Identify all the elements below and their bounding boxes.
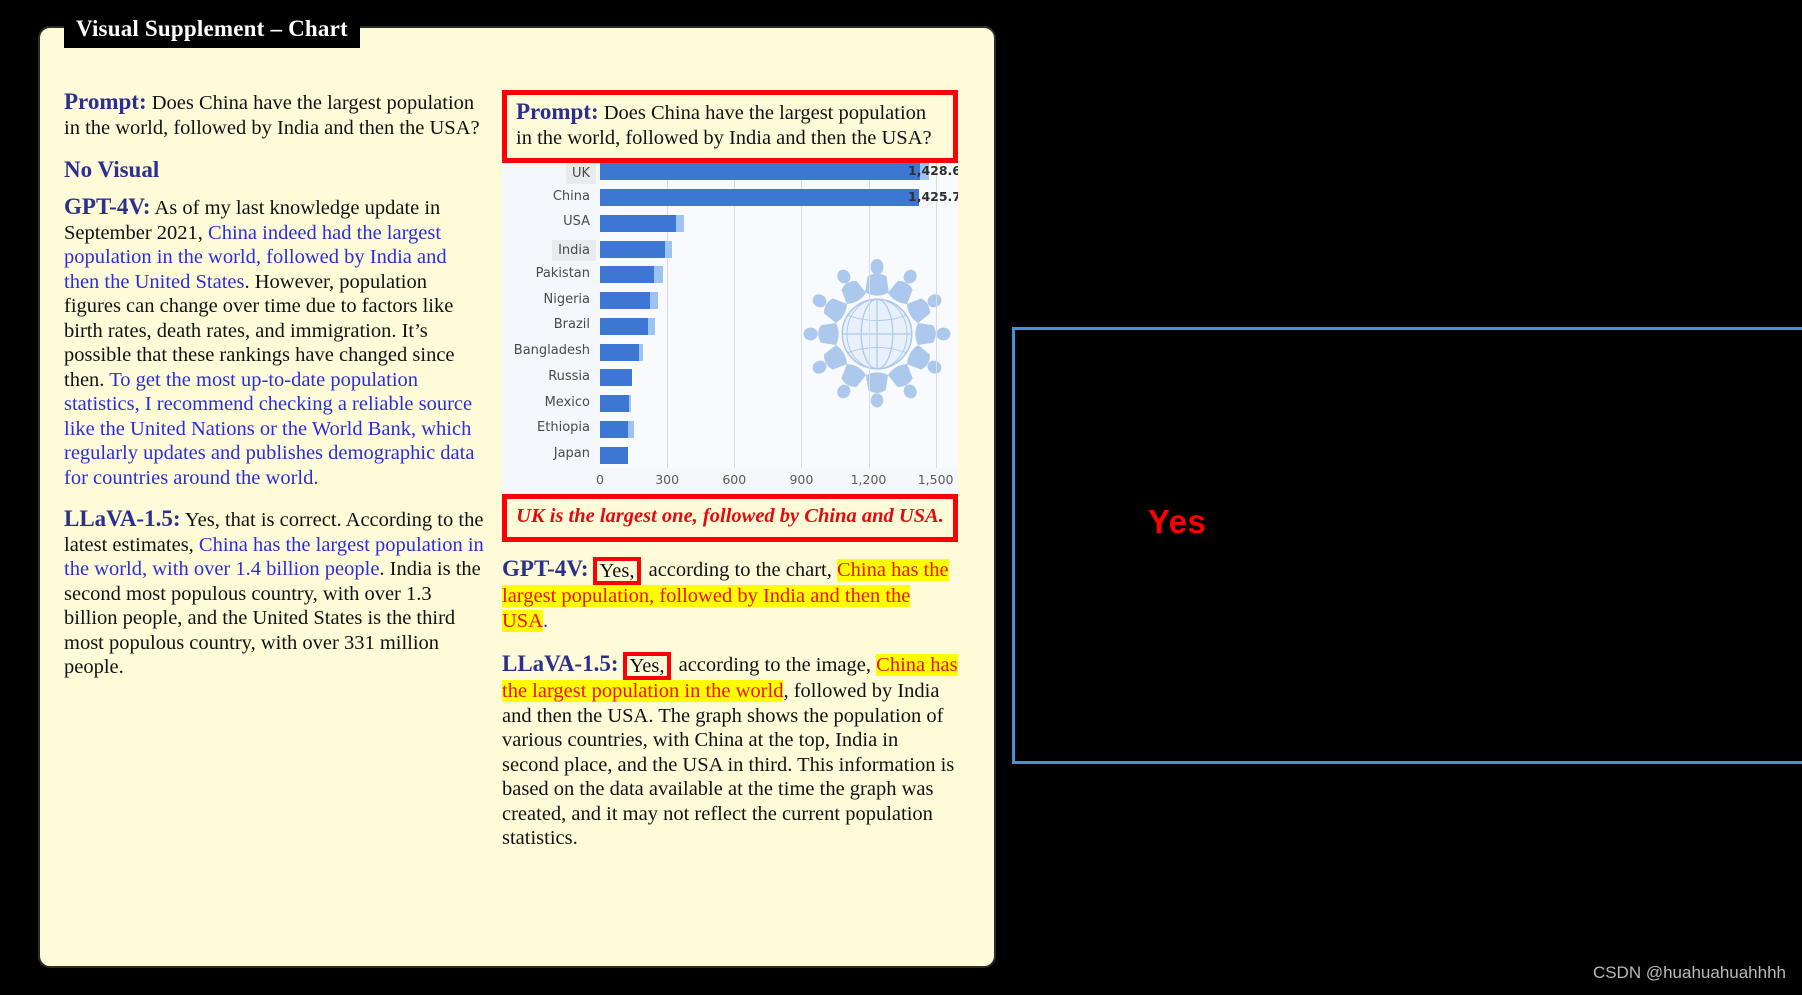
chart-value-label: 1,425.7 [908, 188, 958, 204]
right-prompt-label: Prompt: [516, 99, 599, 124]
chart-category-label: Ethiopia [537, 420, 590, 436]
black-region: Yes CSDN @huahuahuahhhh [996, 0, 1802, 995]
chart-category-label: USA [563, 214, 590, 230]
chart-bar-secondary-segment [650, 292, 658, 310]
chart-bar-secondary-segment [676, 214, 684, 232]
chart-category-label: Nigeria [543, 291, 590, 307]
chart-category-labels: UK China USA India Pakistan Nigeria Brazil Bang… [502, 159, 600, 494]
chart-bar [600, 369, 633, 387]
chart-bar-secondary-segment [628, 395, 632, 413]
right-prompt-box: Prompt: Does China have the largest popu… [502, 90, 958, 163]
chart-category-label: Japan [553, 446, 590, 462]
left-column: Prompt: Does China have the largest popu… [64, 89, 484, 697]
chart-bar-secondary-segment [628, 420, 634, 438]
chart-category-label: Bangladesh [513, 343, 590, 359]
chart-bar [600, 446, 628, 464]
screenshot-root: Visual Supplement – Chart Prompt: Does C… [0, 0, 1802, 995]
chart-category-label: India [552, 240, 596, 262]
right-llava-text-1: according to the image, [673, 654, 877, 676]
right-llava-label: LLaVA-1.5: [502, 651, 619, 676]
csdn-watermark: CSDN @huahuahuahhhh [1592, 963, 1786, 982]
left-prompt-label: Prompt: [64, 89, 147, 114]
right-column: Prompt: Does China have the largest popu… [502, 90, 958, 868]
chart-bar-secondary-segment [648, 317, 656, 335]
chart-bar [600, 420, 634, 438]
chart-x-tick: 1,200 [850, 472, 887, 487]
globe-people-illustration [803, 258, 951, 408]
figure-title: Visual Supplement – Chart [64, 10, 360, 48]
chart-bar-secondary-segment [664, 240, 672, 258]
right-gpt4v-text-1: according to the chart, [643, 559, 837, 581]
chart-x-tick: 0 [596, 472, 604, 487]
chart-bar [600, 343, 643, 361]
chart-x-tick: 900 [789, 472, 814, 487]
chart-bar-secondary-segment [638, 343, 643, 361]
chart-x-tick: 1,500 [917, 472, 954, 487]
chart-bar [600, 189, 919, 207]
right-gpt4v-label: GPT-4V: [502, 556, 589, 581]
chart-bar [600, 266, 663, 284]
chart-category-label: Russia [548, 368, 590, 384]
chart-bar [600, 214, 684, 232]
chart-category-label: Mexico [544, 394, 590, 410]
chart-category-label: Pakistan [535, 265, 590, 281]
chart-plot-area: 1,428.6 1,425.7 [600, 159, 958, 468]
llava-yes-annotation: Yes, [622, 652, 672, 680]
right-llava-text-2: , followed by India and then the USA. Th… [502, 680, 955, 849]
no-visual-heading: No Visual [64, 157, 160, 182]
chart-value-label: 1,428.6 [908, 162, 958, 178]
gpt4v-yes-annotation: Yes, [592, 557, 642, 585]
population-bar-chart: UK China USA India Pakistan Nigeria Brazil Bang… [502, 159, 958, 494]
chart-bar [600, 395, 632, 413]
right-gpt4v-text-end: . [543, 609, 549, 632]
chart-category-label: Brazil [553, 317, 590, 333]
chart-x-tick: 300 [655, 472, 680, 487]
answer-panel: Yes [1012, 327, 1802, 764]
chart-bar [600, 292, 658, 310]
answer-text: Yes [1148, 503, 1207, 540]
chart-category-label: China [552, 188, 590, 204]
chart-x-axis: 0 300 600 900 1,200 1,500 [596, 468, 958, 494]
figure-panel: Visual Supplement – Chart Prompt: Does C… [38, 10, 996, 968]
left-llava-label: LLaVA-1.5: [64, 506, 181, 531]
left-prompt-block: Prompt: Does China have the largest popu… [64, 89, 484, 140]
chart-gridline [935, 159, 937, 468]
chart-x-tick: 600 [722, 472, 747, 487]
chart-bar [600, 240, 672, 258]
left-gpt4v-block: GPT-4V: As of my last knowledge update i… [64, 194, 484, 490]
right-llava-block: LLaVA-1.5: Yes, according to the image, C… [502, 651, 958, 851]
chart-caption: UK is the largest one, followed by China… [502, 494, 958, 542]
chart-category-label: UK [565, 162, 596, 184]
chart-bar-secondary-segment [653, 266, 663, 284]
left-gpt4v-label: GPT-4V: [64, 194, 151, 219]
left-llava-block: LLaVA-1.5: Yes, that is correct. Accordi… [64, 506, 484, 680]
chart-bar [600, 317, 656, 335]
right-gpt4v-block: GPT-4V: Yes, according to the chart, Chin… [502, 556, 958, 633]
left-gpt4v-text-4: To get the most up-to-date population st… [64, 368, 475, 489]
chart-bar [600, 163, 929, 181]
